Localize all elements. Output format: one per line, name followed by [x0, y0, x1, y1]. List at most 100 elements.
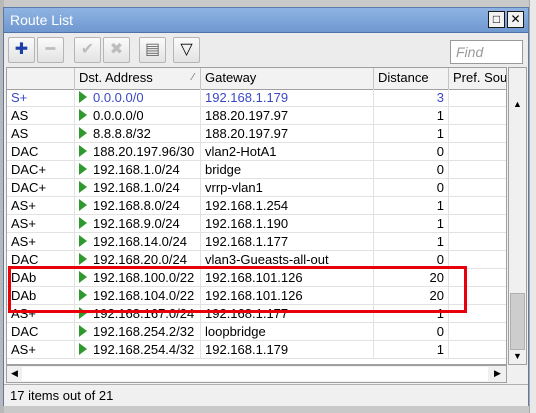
table-row[interactable]: DAb 192.168.104.0/22 192.168.101.126 20 [7, 287, 506, 305]
table-row[interactable]: DAC 192.168.254.2/32 loopbridge 0 [7, 323, 506, 341]
table-row[interactable]: DAC 188.20.197.96/30 vlan2-HotA1 0 [7, 143, 506, 161]
flags-cell: AS+ [7, 341, 75, 359]
distance-cell-text: 1 [436, 198, 444, 213]
dst-address-cell: 192.168.1.0/24 [75, 161, 201, 179]
toolbar: ✚ ━ ✔ ✖ ▤ ▽ [4, 33, 528, 67]
gateway-cell: 192.168.1.179 [201, 89, 374, 107]
distance-cell-text: 1 [436, 234, 444, 249]
route-list-window: Route List □ ✕ ✚ ━ ✔ ✖ ▤ ▽ Dst. Address … [3, 7, 529, 406]
column-header-distance[interactable]: Distance [374, 68, 449, 89]
flags-cell: S+ [7, 89, 75, 107]
horizontal-scrollbar-thumb[interactable] [22, 367, 488, 381]
flags-cell-text: DAC+ [11, 180, 47, 195]
scroll-right-icon[interactable]: ▶ [490, 366, 505, 381]
flags-cell-text: AS [11, 108, 29, 123]
pref-source-cell [449, 287, 506, 305]
flags-cell-text: DAC [11, 324, 39, 339]
distance-cell: 3 [374, 89, 449, 107]
column-header-flags[interactable] [7, 68, 75, 89]
filter-button[interactable]: ▽ [173, 37, 200, 63]
scroll-up-icon[interactable]: ▲ [510, 97, 525, 112]
gateway-cell-text: vrrp-vlan1 [205, 180, 263, 195]
route-arrow-icon [79, 325, 87, 337]
scrollbar-thumb[interactable] [510, 293, 525, 350]
pref-source-cell [449, 161, 506, 179]
close-button[interactable]: ✕ [507, 11, 524, 28]
window-title: Route List [10, 12, 74, 28]
gateway-cell-text: bridge [205, 162, 242, 177]
gateway-cell: vrrp-vlan1 [201, 179, 374, 197]
table-row[interactable]: AS+ 192.168.14.0/24 192.168.1.177 1 [7, 233, 506, 251]
distance-cell: 1 [374, 125, 449, 143]
column-header-gateway[interactable]: Gateway [201, 68, 374, 89]
flags-cell: DAC [7, 143, 75, 161]
distance-cell-text: 20 [429, 270, 444, 285]
flags-cell-text: DAC+ [11, 162, 47, 177]
gateway-cell-text: 192.168.1.177 [205, 234, 289, 249]
distance-cell: 0 [374, 251, 449, 269]
table-row[interactable]: AS 0.0.0.0/0 188.20.197.97 1 [7, 107, 506, 125]
gateway-cell-text: vlan2-HotA1 [205, 144, 277, 159]
gateway-cell: 192.168.1.177 [201, 305, 374, 323]
distance-cell: 1 [374, 107, 449, 125]
distance-cell: 20 [374, 287, 449, 305]
enable-button[interactable]: ✔ [74, 37, 101, 63]
gateway-cell-text: 192.168.101.126 [205, 288, 303, 303]
distance-cell-text: 0 [436, 324, 444, 339]
dst-address-cell-text: 192.168.254.4/32 [93, 342, 195, 357]
distance-cell-text: 1 [436, 108, 444, 123]
flags-cell-text: AS+ [11, 216, 36, 231]
pref-source-cell [449, 323, 506, 341]
column-header-dst-address[interactable]: Dst. Address ⁄ [75, 68, 201, 89]
flags-cell: DAb [7, 269, 75, 287]
distance-cell-text: 1 [436, 342, 444, 357]
gateway-cell-text: 192.168.1.179 [205, 342, 289, 357]
flags-cell-text: S+ [11, 90, 28, 105]
vertical-scrollbar[interactable]: ▲ ▼ [508, 67, 527, 365]
gateway-cell: bridge [201, 161, 374, 179]
add-button[interactable]: ✚ [8, 37, 35, 63]
flags-cell: DAC [7, 251, 75, 269]
pref-source-cell [449, 269, 506, 287]
dst-address-cell-text: 192.168.9.0/24 [93, 216, 180, 231]
table-row[interactable]: AS+ 192.168.9.0/24 192.168.1.190 1 [7, 215, 506, 233]
find-input[interactable] [450, 40, 523, 64]
gateway-cell-text: 192.168.1.190 [205, 216, 289, 231]
route-arrow-icon [79, 127, 87, 139]
flags-cell: AS [7, 107, 75, 125]
dst-address-cell: 8.8.8.8/32 [75, 125, 201, 143]
table-row[interactable]: AS+ 192.168.254.4/32 192.168.1.179 1 [7, 341, 506, 359]
disable-button[interactable]: ✖ [103, 37, 130, 63]
distance-cell: 0 [374, 143, 449, 161]
table-row[interactable]: DAC+ 192.168.1.0/24 vrrp-vlan1 0 [7, 179, 506, 197]
distance-cell: 1 [374, 305, 449, 323]
distance-cell: 0 [374, 323, 449, 341]
gateway-cell: vlan3-Gueasts-all-out [201, 251, 374, 269]
column-header-pref-source[interactable]: Pref. Sou [449, 68, 506, 89]
pref-source-cell [449, 89, 506, 107]
table-row[interactable]: DAC+ 192.168.1.0/24 bridge 0 [7, 161, 506, 179]
pref-source-cell [449, 197, 506, 215]
comment-button[interactable]: ▤ [139, 37, 166, 63]
table-row[interactable]: S+ 0.0.0.0/0 192.168.1.179 3 [7, 89, 506, 107]
table-row[interactable]: AS+ 192.168.8.0/24 192.168.1.254 1 [7, 197, 506, 215]
gateway-cell: 188.20.197.97 [201, 125, 374, 143]
scroll-down-icon[interactable]: ▼ [510, 349, 525, 364]
dst-address-cell: 192.168.20.0/24 [75, 251, 201, 269]
dst-address-cell-text: 192.168.167.0/24 [93, 306, 195, 321]
table-row[interactable]: DAb 192.168.100.0/22 192.168.101.126 20 [7, 269, 506, 287]
gateway-cell-text: 188.20.197.97 [205, 126, 289, 141]
dst-address-cell: 192.168.14.0/24 [75, 233, 201, 251]
restore-button[interactable]: □ [488, 11, 505, 28]
dst-address-cell-text: 0.0.0.0/0 [93, 108, 144, 123]
pref-source-cell [449, 233, 506, 251]
table-row[interactable]: AS 8.8.8.8/32 188.20.197.97 1 [7, 125, 506, 143]
table-row[interactable]: AS+ 192.168.167.0/24 192.168.1.177 1 [7, 305, 506, 323]
title-bar[interactable]: Route List □ ✕ [4, 8, 528, 33]
flags-cell-text: DAb [11, 288, 37, 303]
remove-button[interactable]: ━ [37, 37, 64, 63]
gateway-cell-text: 192.168.1.179 [205, 90, 289, 105]
scroll-left-icon[interactable]: ◀ [7, 366, 22, 381]
table-row[interactable]: DAC 192.168.20.0/24 vlan3-Gueasts-all-out 0 [7, 251, 506, 269]
horizontal-scrollbar[interactable]: ◀ ▶ [6, 365, 507, 383]
